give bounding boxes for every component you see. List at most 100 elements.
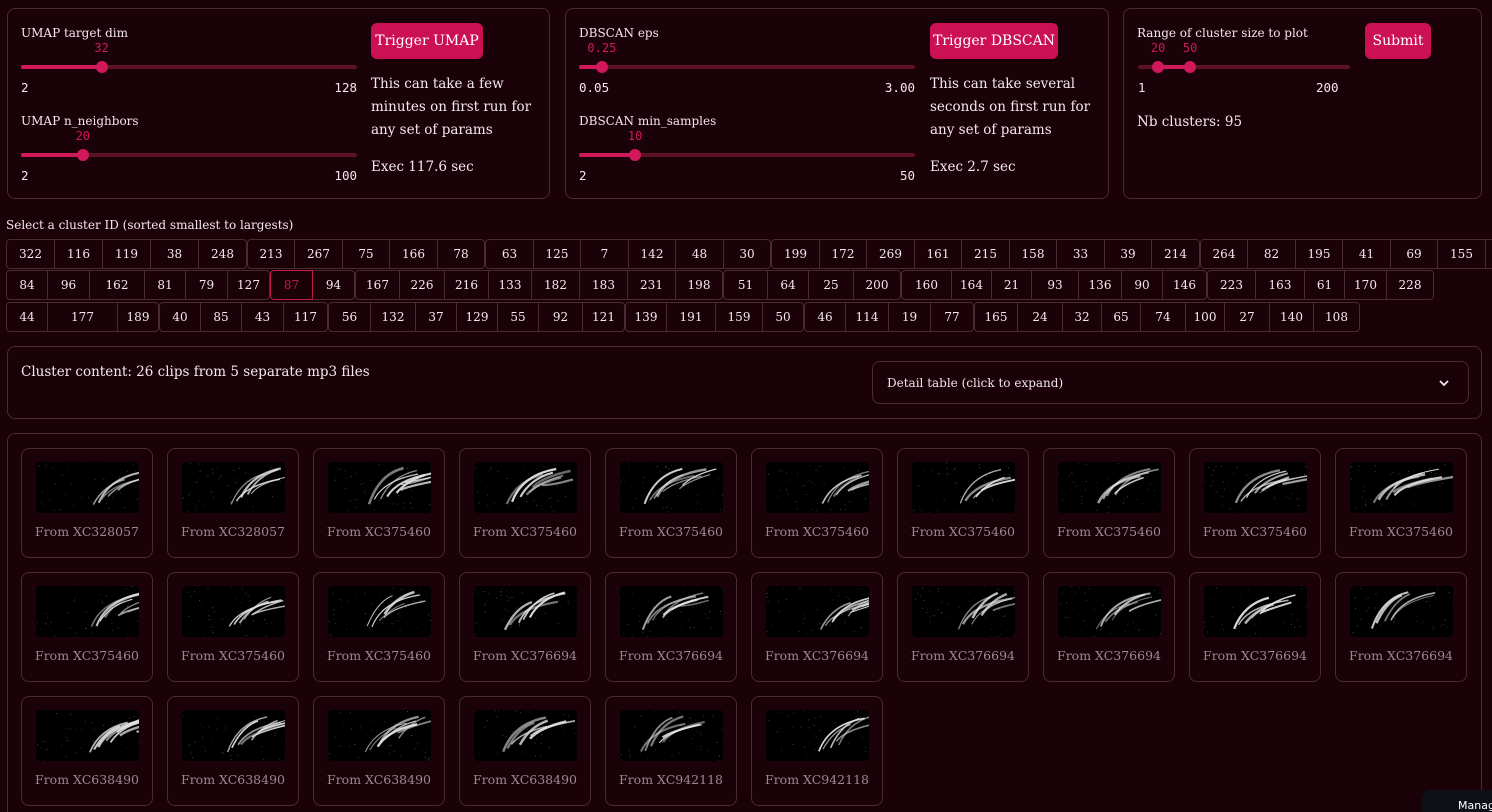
cluster-id-167[interactable]: 167 (355, 270, 400, 300)
cluster-id-116[interactable]: 116 (54, 239, 103, 269)
clip-card[interactable]: From XC328057 (167, 448, 299, 558)
clip-card[interactable]: From XC376694 (459, 572, 591, 682)
cluster-id-78[interactable]: 78 (437, 239, 485, 269)
cluster-id-125[interactable]: 125 (533, 239, 581, 269)
cluster-id-87[interactable]: 87 (270, 270, 313, 300)
clip-card[interactable]: From XC375460 (751, 448, 883, 558)
cluster-id-61[interactable]: 61 (1304, 270, 1345, 300)
cluster-id-136[interactable]: 136 (1078, 270, 1122, 300)
cluster-id-127[interactable]: 127 (227, 270, 270, 300)
submit-button[interactable]: Submit (1365, 23, 1431, 59)
spectrogram-image[interactable] (36, 710, 139, 761)
spectrogram-image[interactable] (912, 586, 1015, 637)
spectrogram-image[interactable] (620, 586, 723, 637)
cluster-id-158[interactable]: 158 (1009, 239, 1057, 269)
clip-card[interactable]: From XC376694 (897, 572, 1029, 682)
spectrogram-image[interactable] (36, 462, 139, 513)
cluster-id-7[interactable]: 7 (580, 239, 629, 269)
cluster-id-25[interactable]: 25 (808, 270, 854, 300)
spectrogram-image[interactable] (36, 586, 139, 637)
spectrogram-image[interactable] (182, 710, 285, 761)
cluster-id-77[interactable]: 77 (930, 302, 974, 332)
clip-card[interactable]: From XC376694 (605, 572, 737, 682)
cluster-id-114[interactable]: 114 (845, 302, 889, 332)
spectrogram-image[interactable] (328, 462, 431, 513)
cluster-id-56[interactable]: 56 (328, 302, 371, 332)
slider-thumb[interactable] (629, 149, 642, 161)
cluster-id-231[interactable]: 231 (627, 270, 676, 300)
spectrogram-image[interactable] (474, 710, 577, 761)
spectrogram-image[interactable] (1058, 586, 1161, 637)
cluster-id-117[interactable]: 117 (283, 302, 328, 332)
cluster-id-198[interactable]: 198 (675, 270, 723, 300)
cluster-id-172[interactable]: 172 (819, 239, 867, 269)
clip-card[interactable]: From XC375460 (313, 448, 445, 558)
trigger-dbscan-button[interactable]: Trigger DBSCAN (930, 23, 1058, 59)
cluster-id-223[interactable]: 223 (1207, 270, 1256, 300)
dbscan-min-samples-slider[interactable]: 10 (579, 129, 915, 161)
cluster-id-216[interactable]: 216 (444, 270, 489, 300)
detail-table-expander[interactable]: Detail table (click to expand) (872, 361, 1469, 404)
cluster-id-39[interactable]: 39 (1104, 239, 1152, 269)
cluster-id-322[interactable]: 322 (6, 239, 55, 269)
clip-card[interactable]: From XC375460 (1335, 448, 1467, 558)
cluster-id-228[interactable]: 228 (1386, 270, 1434, 300)
cluster-id-81[interactable]: 81 (144, 270, 186, 300)
cluster-id-191[interactable]: 191 (666, 302, 716, 332)
clip-card[interactable]: From XC375460 (605, 448, 737, 558)
manage-app-button[interactable]: Manage app (1422, 790, 1492, 812)
cluster-id-43[interactable]: 43 (241, 302, 284, 332)
cluster-id-55[interactable]: 55 (497, 302, 539, 332)
cluster-id-24[interactable]: 24 (1017, 302, 1063, 332)
cluster-id-46[interactable]: 46 (804, 302, 846, 332)
spectrogram-image[interactable] (766, 710, 869, 761)
cluster-id-248[interactable]: 248 (198, 239, 247, 269)
cluster-id-269[interactable]: 269 (866, 239, 915, 269)
clip-card[interactable]: From XC638490 (21, 696, 153, 806)
cluster-id-166[interactable]: 166 (389, 239, 438, 269)
cluster-id-163[interactable]: 163 (1255, 270, 1305, 300)
trigger-umap-button[interactable]: Trigger UMAP (371, 23, 483, 59)
clip-card[interactable]: From XC375460 (1043, 448, 1175, 558)
cluster-id-19[interactable]: 19 (888, 302, 931, 332)
clip-card[interactable]: From XC376694 (1335, 572, 1467, 682)
slider-thumb[interactable] (76, 149, 89, 161)
cluster-id-132[interactable]: 132 (370, 302, 416, 332)
dbscan-eps-slider[interactable]: 0.25 (579, 41, 915, 73)
cluster-id-226[interactable]: 226 (399, 270, 445, 300)
clip-card[interactable]: From XC638490 (167, 696, 299, 806)
clip-card[interactable]: From XC375460 (167, 572, 299, 682)
cluster-id-214[interactable]: 214 (1151, 239, 1200, 269)
cluster-id-121[interactable]: 121 (582, 302, 625, 332)
cluster-id-82[interactable]: 82 (1247, 239, 1296, 269)
clip-card[interactable]: From XC638490 (459, 696, 591, 806)
cluster-id-41[interactable]: 41 (1342, 239, 1391, 269)
cluster-id-32[interactable]: 32 (1062, 302, 1102, 332)
cluster-id-96[interactable]: 96 (47, 270, 90, 300)
cluster-id-50[interactable]: 50 (762, 302, 804, 332)
spectrogram-image[interactable] (912, 462, 1015, 513)
cluster-id-146[interactable]: 146 (1162, 270, 1207, 300)
cluster-id-85[interactable]: 85 (200, 302, 242, 332)
clip-card[interactable]: From XC638490 (313, 696, 445, 806)
cluster-id-65[interactable]: 65 (1101, 302, 1141, 332)
clip-card[interactable]: From XC942118 (751, 696, 883, 806)
spectrogram-image[interactable] (620, 462, 723, 513)
cluster-id-183[interactable]: 183 (579, 270, 628, 300)
cluster-id-164[interactable]: 164 (951, 270, 992, 300)
spectrogram-image[interactable] (1204, 462, 1307, 513)
spectrogram-image[interactable] (1350, 462, 1453, 513)
cluster-id-93[interactable]: 93 (1031, 270, 1079, 300)
spectrogram-image[interactable] (328, 586, 431, 637)
cluster-id-215[interactable]: 215 (961, 239, 1010, 269)
cluster-id-63[interactable]: 63 (485, 239, 534, 269)
spectrogram-image[interactable] (474, 586, 577, 637)
cluster-id-234[interactable]: 234 (1485, 239, 1492, 269)
cluster-id-160[interactable]: 160 (901, 270, 952, 300)
cluster-id-74[interactable]: 74 (1140, 302, 1186, 332)
cluster-id-200[interactable]: 200 (853, 270, 901, 300)
cluster-id-142[interactable]: 142 (628, 239, 676, 269)
cluster-id-165[interactable]: 165 (974, 302, 1018, 332)
cluster-id-21[interactable]: 21 (991, 270, 1032, 300)
cluster-id-75[interactable]: 75 (342, 239, 390, 269)
